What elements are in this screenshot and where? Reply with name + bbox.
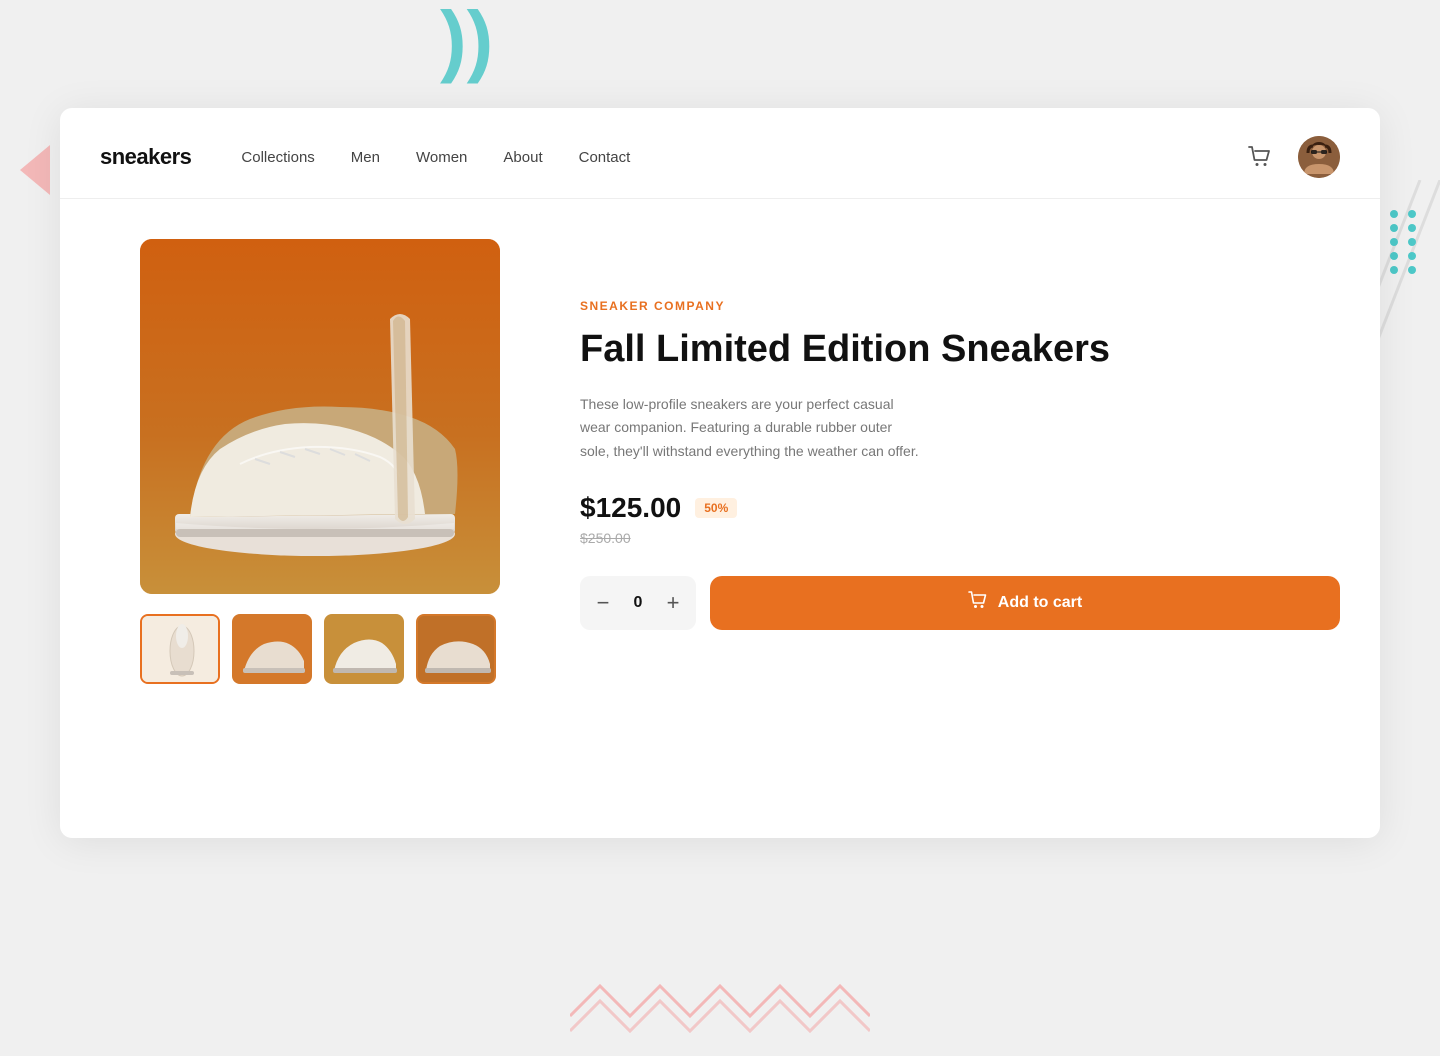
cart-icon-btn [968, 591, 988, 609]
nav-about[interactable]: About [503, 149, 542, 166]
cart-button[interactable] [1242, 139, 1278, 175]
cart-icon [1248, 146, 1272, 168]
quantity-decrease-button[interactable]: − [586, 586, 620, 620]
nav-links: Collections Men Women About Contact [241, 149, 1242, 166]
price-row: $125.00 50% [580, 492, 1340, 524]
logo: sneakers [100, 144, 191, 170]
price-original: $250.00 [580, 530, 1340, 546]
cart-row: − 0 + Add to cart [580, 576, 1340, 630]
product-thumbnails [140, 614, 500, 684]
thumbnail-4[interactable] [416, 614, 496, 684]
quantity-control: − 0 + [580, 576, 696, 630]
shoe-illustration [140, 239, 500, 594]
add-to-cart-button[interactable]: Add to cart [710, 576, 1340, 630]
product-title: Fall Limited Edition Sneakers [580, 327, 1340, 373]
user-avatar[interactable] [1298, 136, 1340, 178]
nav-women[interactable]: Women [416, 149, 467, 166]
nav-actions [1242, 136, 1340, 178]
product-content: Sneaker Company Fall Limited Edition Sne… [60, 199, 1380, 734]
navbar: sneakers Collections Men Women About Con… [60, 108, 1380, 199]
product-images [140, 239, 500, 684]
thumbnail-1[interactable] [140, 614, 220, 684]
thumbnail-3[interactable] [324, 614, 404, 684]
nav-contact[interactable]: Contact [579, 149, 631, 166]
thumbnail-2[interactable] [232, 614, 312, 684]
product-info: Sneaker Company Fall Limited Edition Sne… [580, 239, 1340, 630]
shoe-display [140, 239, 500, 594]
product-card: sneakers Collections Men Women About Con… [60, 108, 1380, 838]
price-current: $125.00 [580, 492, 681, 524]
nav-men[interactable]: Men [351, 149, 380, 166]
quantity-increase-button[interactable]: + [656, 586, 690, 620]
add-to-cart-label: Add to cart [998, 594, 1082, 612]
bg-zigzag-decor [570, 976, 870, 1036]
brand-label: Sneaker Company [580, 299, 1340, 313]
quantity-value: 0 [620, 594, 656, 612]
cart-btn-icon [968, 591, 988, 614]
nav-collections[interactable]: Collections [241, 149, 314, 166]
main-product-image [140, 239, 500, 594]
discount-badge: 50% [695, 498, 737, 518]
bg-quotes-decor: )) [440, 0, 493, 80]
avatar-image [1298, 136, 1340, 178]
product-description: These low-profile sneakers are your perf… [580, 393, 920, 464]
